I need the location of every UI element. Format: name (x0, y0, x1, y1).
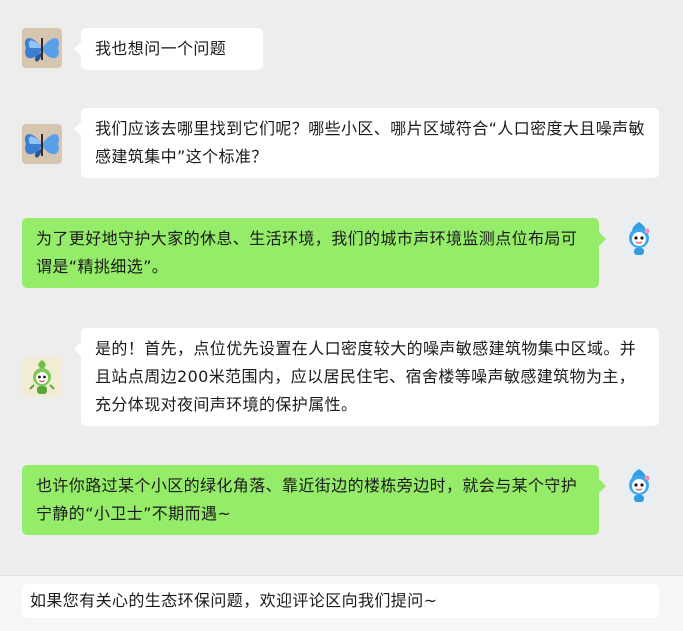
footer-bar: 如果您有关心的生态环保问题，欢迎评论区向我们提问~ (0, 575, 683, 631)
message-bubble[interactable]: 我们应该去哪里找到它们呢？哪些小区、哪片区域符合“人口密度大且噪声敏感建筑集中”… (74, 108, 659, 178)
chat-thread: 我也想问一个问题 我们应该去哪里找到它们呢？哪些小区、哪片区域符合“人口密度大且… (0, 0, 683, 575)
message-bubble[interactable]: 是的！首先，点位优先设置在人口密度较大的噪声敏感建筑物集中区域。并且站点周边20… (74, 328, 659, 426)
butterfly-avatar-icon[interactable] (22, 28, 62, 68)
message-bubble[interactable]: 为了更好地守护大家的休息、生活环境，我们的城市声环境监测点位布局可谓是“精挑细选… (22, 218, 606, 288)
blue-mascot-avatar-icon[interactable] (619, 218, 659, 258)
message-bubble[interactable]: 也许你路过某个小区的绿化角落、靠近街边的楼栋旁边时，就会与某个守护宁静的“小卫士… (22, 465, 606, 535)
footer-prompt: 如果您有关心的生态环保问题，欢迎评论区向我们提问~ (22, 584, 659, 618)
message-bubble[interactable]: 我也想问一个问题 (74, 28, 263, 70)
butterfly-avatar-icon[interactable] (22, 124, 62, 164)
blue-mascot-avatar-icon[interactable] (619, 465, 659, 505)
green-mascot-avatar-icon[interactable] (22, 357, 62, 397)
